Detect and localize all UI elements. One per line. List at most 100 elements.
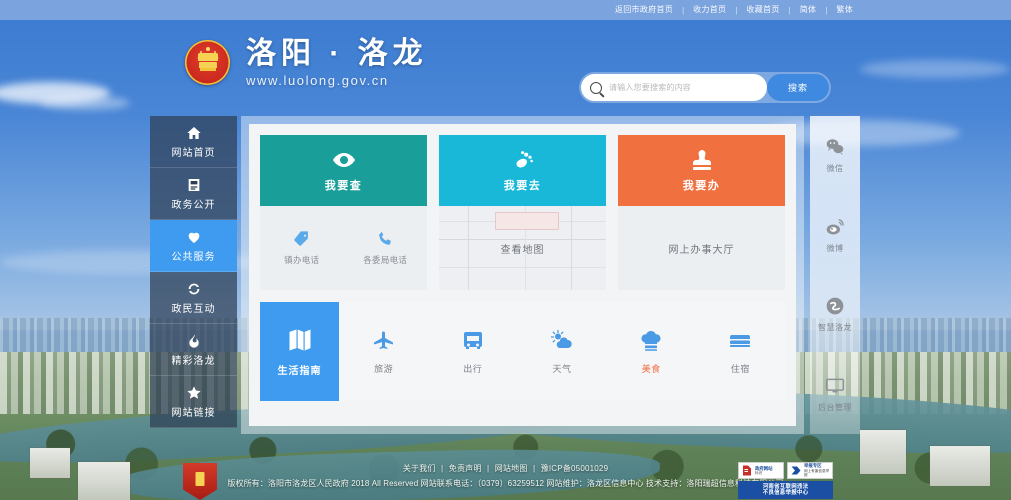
search-input-wrapper[interactable]: 请输入您要搜索的内容 xyxy=(581,74,767,101)
card-title: 我要查 xyxy=(324,180,363,192)
main-content-panel: 我要查 镇办电话 各委局电话 我要去 查看地图 我要办 网上办事大厅 生活指南 … xyxy=(241,116,804,434)
guide-main-tab[interactable]: 生活指南 xyxy=(260,302,339,401)
footer-link-disclaimer[interactable]: 免责声明 xyxy=(449,464,482,473)
footer-link-about[interactable]: 关于我们 xyxy=(403,464,436,473)
guide-item-label: 天气 xyxy=(552,363,572,374)
badge-text: 政府网站 标识 xyxy=(755,466,773,476)
site-logo[interactable]: 洛阳 · 洛龙 www.luolong.gov.cn xyxy=(185,38,428,88)
topbar-link-traditional[interactable]: 繁体 xyxy=(836,0,853,20)
sidebar-item-highlights[interactable]: 精彩洛龙 xyxy=(150,324,237,376)
rail-item-label: 微博 xyxy=(826,243,844,253)
search-button[interactable]: 搜索 xyxy=(767,74,829,101)
sidebar-item-home[interactable]: 网站首页 xyxy=(150,116,237,168)
home-icon xyxy=(186,126,201,139)
service-card-handle: 我要办 网上办事大厅 xyxy=(618,135,785,290)
topbar-separator: | xyxy=(682,5,685,15)
card-body[interactable]: 网上办事大厅 xyxy=(618,206,785,290)
card-title: 我要办 xyxy=(682,180,721,192)
guide-item-label: 美食 xyxy=(641,363,661,374)
footprint-icon xyxy=(516,151,533,168)
badge-subtitle: 标识 xyxy=(755,471,763,475)
card-link-label: 镇办电话 xyxy=(284,255,320,265)
footer-link-icp[interactable]: 豫ICP备05001029 xyxy=(541,464,609,473)
topbar-separator: | xyxy=(735,5,738,15)
badge-emblem-icon xyxy=(743,465,751,476)
card-header[interactable]: 我要查 xyxy=(260,135,427,206)
brand-text: 洛阳 · 洛龙 www.luolong.gov.cn xyxy=(246,38,428,88)
topbar-link-simplified[interactable]: 简体 xyxy=(800,0,817,20)
monitor-icon xyxy=(825,378,845,393)
guide-main-label: 生活指南 xyxy=(277,366,322,377)
wechat-icon xyxy=(826,139,844,156)
card-title: 我要去 xyxy=(503,180,542,192)
guide-item-list: 旅游 出行 天气 美食 住宿 xyxy=(339,302,785,401)
card-body-label: 查看地图 xyxy=(500,244,545,256)
card-link-town-phone[interactable]: 镇办电话 xyxy=(260,230,344,266)
rail-item-smart-city[interactable]: 智慧洛龙 xyxy=(810,275,860,355)
map-fold-icon xyxy=(289,329,310,351)
airplane-icon xyxy=(373,331,393,349)
rail-item-admin[interactable]: 后台管理 xyxy=(810,355,860,435)
footer-badge-group: 政府网站 标识 举报专区 网上有害信息举报 河南省互联网违法 不良信息举报中心 xyxy=(738,462,833,499)
topbar-link-0[interactable]: 返回市政府首页 xyxy=(615,0,673,20)
site-footer: 关于我们 | 免责声明 | 网站地图 | 豫ICP备05001029 版权所有：… xyxy=(0,460,1011,500)
topbar-link-1[interactable]: 收力首页 xyxy=(693,0,726,20)
bed-icon xyxy=(730,334,751,347)
badge-subtitle: 网上有害信息举报 xyxy=(804,468,830,478)
star-icon xyxy=(186,385,201,399)
national-emblem-icon xyxy=(185,40,230,86)
rail-item-label: 智慧洛龙 xyxy=(818,323,852,333)
rail-item-weibo[interactable]: 微博 xyxy=(810,196,860,276)
smart-city-icon xyxy=(826,297,844,315)
sidebar-item-label: 网站首页 xyxy=(171,147,216,159)
sidebar-item-links[interactable]: 网站链接 xyxy=(150,376,237,428)
search-input[interactable]: 请输入您要搜索的内容 xyxy=(609,82,691,93)
service-card-row: 我要查 镇办电话 各委局电话 我要去 查看地图 我要办 网上办事大厅 xyxy=(260,135,785,290)
guide-item-transport[interactable]: 出行 xyxy=(428,329,517,375)
guide-item-food[interactable]: 美食 xyxy=(607,329,696,375)
card-link-bureau-phone[interactable]: 各委局电话 xyxy=(344,230,428,266)
sidebar-item-label: 公共服务 xyxy=(171,251,216,263)
report-banner-line2: 不良信息举报中心 xyxy=(762,490,809,496)
phone-icon xyxy=(378,231,391,245)
report-center-banner[interactable]: 河南省互联网违法 不良信息举报中心 xyxy=(738,481,833,499)
document-icon xyxy=(188,178,199,191)
topbar-link-2[interactable]: 收藏首页 xyxy=(746,0,779,20)
site-header: 洛阳 · 洛龙 www.luolong.gov.cn 请输入您要搜索的内容 搜索 xyxy=(0,20,1011,108)
service-card-go: 我要去 查看地图 xyxy=(439,135,606,290)
card-header[interactable]: 我要去 xyxy=(439,135,606,206)
bus-icon xyxy=(463,331,482,349)
guide-item-lodging[interactable]: 住宿 xyxy=(696,329,785,375)
rail-item-label: 后台管理 xyxy=(818,402,852,412)
guide-item-weather[interactable]: 天气 xyxy=(517,329,606,375)
panel-inner: 我要查 镇办电话 各委局电话 我要去 查看地图 我要办 网上办事大厅 生活指南 … xyxy=(249,124,796,426)
rail-item-wechat[interactable]: 微信 xyxy=(810,116,860,196)
search-bar: 请输入您要搜索的内容 搜索 xyxy=(579,72,831,103)
footer-link-sitemap[interactable]: 网站地图 xyxy=(495,464,528,473)
sidebar-item-interaction[interactable]: 政民互动 xyxy=(150,272,237,324)
card-link-label: 各委局电话 xyxy=(363,255,408,265)
card-link-list: 镇办电话 各委局电话 xyxy=(260,230,427,266)
sidebar-item-label: 政务公开 xyxy=(171,199,216,211)
guide-item-travel[interactable]: 旅游 xyxy=(339,329,428,375)
badge-row: 政府网站 标识 举报专区 网上有害信息举报 xyxy=(738,462,833,479)
search-icon xyxy=(590,81,602,94)
weibo-icon xyxy=(826,218,844,235)
service-card-search: 我要查 镇办电话 各委局电话 xyxy=(260,135,427,290)
footer-separator: | xyxy=(532,464,536,473)
tag-icon xyxy=(294,231,309,246)
gov-site-badge[interactable]: 政府网站 标识 xyxy=(738,462,784,479)
sidebar-item-gov-affairs[interactable]: 政务公开 xyxy=(150,168,237,220)
stamp-icon xyxy=(692,150,711,170)
life-guide-row: 生活指南 旅游 出行 天气 美食 住宿 xyxy=(260,302,785,401)
card-header[interactable]: 我要办 xyxy=(618,135,785,206)
heart-icon xyxy=(188,232,199,243)
guide-item-label: 出行 xyxy=(463,363,483,374)
sidebar-item-public-service[interactable]: 公共服务 xyxy=(150,220,237,272)
flame-icon xyxy=(188,333,199,348)
page-title: 洛阳 · 洛龙 xyxy=(246,37,428,70)
report-badge[interactable]: 举报专区 网上有害信息举报 xyxy=(787,462,833,479)
weather-icon xyxy=(550,329,572,348)
card-body-map[interactable]: 查看地图 xyxy=(439,206,606,290)
site-url: www.luolong.gov.cn xyxy=(246,72,389,88)
